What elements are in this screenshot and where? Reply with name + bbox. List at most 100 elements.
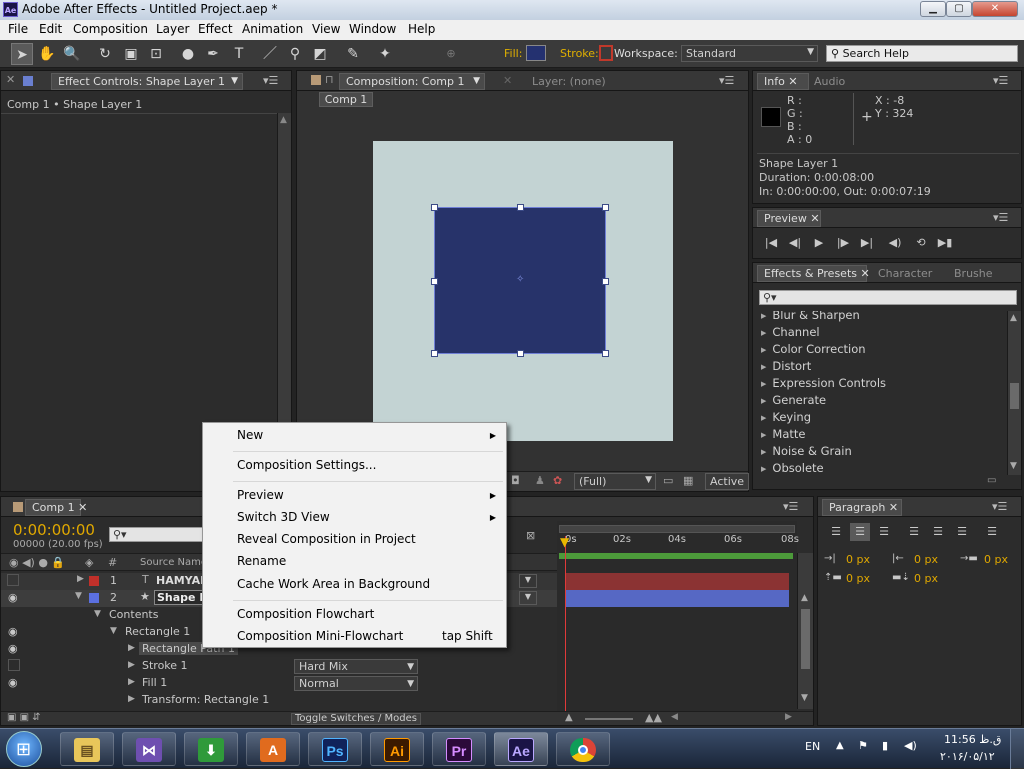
timeline-search-input[interactable]: ⚲▾	[109, 527, 205, 542]
tab-effect-controls[interactable]: Effect Controls: Shape Layer 1 ▼	[51, 73, 243, 90]
close-icon[interactable]: ✕	[810, 212, 819, 225]
next-frame-icon[interactable]: |▶	[833, 234, 853, 252]
expand-arrow-icon[interactable]: ▶	[128, 694, 135, 704]
zoom-out-icon[interactable]: ▲	[565, 712, 573, 723]
stroke-item[interactable]: Stroke 1	[142, 659, 188, 672]
timeline-graph-area[interactable]: 0s 02s 04s 06s 08s ▼	[557, 521, 799, 721]
close-button[interactable]: ✕	[972, 1, 1018, 17]
panel-menu-icon[interactable]: ▾☰	[993, 211, 1008, 224]
taskbar-app-active[interactable]: Ae	[494, 732, 548, 766]
clone-stamp-tool-icon[interactable]: ⚲	[284, 43, 306, 65]
layer-label-color[interactable]	[89, 576, 99, 586]
volume-icon[interactable]: ◀)	[904, 739, 917, 752]
effects-category[interactable]: Obsolete	[761, 461, 823, 475]
scroll-up-icon[interactable]: ▲	[280, 115, 287, 125]
panel-menu-icon[interactable]: ▾☰	[719, 74, 734, 87]
panel-menu-icon[interactable]: ▾☰	[783, 500, 798, 513]
transparency-grid-icon[interactable]: ▦	[683, 474, 693, 487]
camera-tool-icon[interactable]: ▣	[120, 43, 142, 65]
align-right-icon[interactable]: ☰	[874, 523, 894, 541]
visibility-toggle[interactable]	[8, 659, 20, 671]
toggle-switches-modes-button[interactable]: Toggle Switches / Modes	[291, 713, 421, 725]
effects-category[interactable]: Generate	[761, 393, 826, 407]
type-tool-icon[interactable]: T	[228, 43, 250, 65]
current-timecode[interactable]: 0:00:00:00	[13, 521, 95, 539]
footer-toggle-icons[interactable]: ▣ ▣ ⇵	[7, 712, 41, 723]
scrollbar[interactable]: ▲ ▼	[797, 553, 813, 709]
tab-preview[interactable]: Preview ✕	[757, 210, 821, 227]
last-frame-icon[interactable]: ▶|	[857, 234, 877, 252]
rotation-tool-icon[interactable]: ↻	[94, 43, 116, 65]
scrollbar[interactable]: ▲ ▼	[1007, 311, 1021, 475]
puppet-tool-icon[interactable]: ✦	[374, 43, 396, 65]
effects-category[interactable]: Matte	[761, 427, 805, 441]
align-left-icon[interactable]: ☰	[826, 523, 846, 541]
menu-animation[interactable]: Animation	[242, 22, 303, 36]
show-desktop-button[interactable]	[1010, 729, 1024, 769]
fill-swatch[interactable]	[526, 45, 546, 61]
menu-edit[interactable]: Edit	[39, 22, 62, 36]
loop-icon[interactable]: ⟲	[911, 234, 931, 252]
menu-item-mini-flowchart[interactable]: Composition Mini-Flowchart	[237, 629, 403, 643]
tab-paragraph[interactable]: Paragraph ✕	[822, 499, 902, 516]
current-time-indicator[interactable]	[565, 536, 566, 716]
zoom-slider[interactable]	[585, 718, 633, 720]
taskbar-app[interactable]: ⬇	[184, 732, 238, 766]
chevron-down-icon[interactable]: ▼	[519, 574, 537, 588]
align-center-icon[interactable]: ☰	[850, 523, 870, 541]
panel-menu-icon[interactable]: ▾☰	[263, 74, 278, 87]
close-icon[interactable]: ✕	[78, 501, 87, 514]
zoom-in-icon[interactable]: ▲▲	[645, 711, 662, 724]
action-center-flag-icon[interactable]: ⚑	[858, 739, 868, 752]
language-indicator[interactable]: EN	[805, 740, 820, 753]
maximize-button[interactable]: ▢	[946, 1, 972, 17]
search-help-field[interactable]: ⚲ Search Help	[826, 45, 1018, 62]
collapse-arrow-icon[interactable]: ▼	[75, 591, 82, 601]
taskbar-app[interactable]: ▤	[60, 732, 114, 766]
close-icon[interactable]: ✕	[861, 267, 870, 280]
transform-handle[interactable]	[602, 204, 609, 211]
tab-composition[interactable]: Composition: Comp 1 ▼	[339, 73, 485, 90]
menu-file[interactable]: File	[8, 22, 28, 36]
active-camera-dropdown[interactable]: Active C	[705, 473, 749, 490]
fill-blend-mode-dropdown[interactable]: Normal ▼	[294, 676, 418, 691]
ram-preview-icon[interactable]: ▶▮	[935, 234, 955, 252]
menu-item-rename[interactable]: Rename	[237, 554, 286, 568]
play-icon[interactable]: ▶	[809, 234, 829, 252]
expand-arrow-icon[interactable]: ▶	[128, 643, 135, 653]
scroll-up-icon[interactable]: ▲	[801, 593, 808, 603]
brush-tool-icon[interactable]: ／	[259, 43, 281, 65]
snapshot-icon[interactable]: ◘	[511, 474, 520, 487]
region-of-interest-icon[interactable]: ▭	[663, 474, 673, 487]
layer-duration-bar[interactable]	[565, 573, 789, 590]
menu-item-preview[interactable]: Preview	[237, 488, 284, 502]
menu-composition[interactable]: Composition	[73, 22, 148, 36]
tab-character[interactable]: Character	[871, 265, 939, 282]
anchor-point-icon[interactable]: ✧	[516, 274, 524, 285]
first-frame-icon[interactable]: |◀	[761, 234, 781, 252]
tab-timeline-comp[interactable]: Comp 1 ✕	[25, 499, 87, 516]
taskbar-app[interactable]	[556, 732, 610, 766]
eraser-tool-icon[interactable]: ◩	[309, 43, 331, 65]
tab-brushes[interactable]: Brushe	[947, 265, 1000, 282]
expand-arrow-icon[interactable]: ▶	[128, 660, 135, 670]
fill-item[interactable]: Fill 1	[142, 676, 167, 689]
menu-item-composition-flowchart[interactable]: Composition Flowchart	[237, 607, 374, 621]
scroll-left-icon[interactable]: ◀	[671, 712, 678, 722]
transform-item[interactable]: Transform: Rectangle 1	[142, 693, 269, 706]
comp-navigator-button[interactable]: Comp 1	[319, 92, 373, 107]
previous-frame-icon[interactable]: ◀|	[785, 234, 805, 252]
effects-search-input[interactable]: ⚲▾	[759, 290, 1017, 305]
audio-icon[interactable]: ◀)	[885, 234, 905, 252]
menu-layer[interactable]: Layer	[156, 22, 189, 36]
transform-handle[interactable]	[431, 278, 438, 285]
taskbar-app[interactable]: Ai	[370, 732, 424, 766]
menu-item-new[interactable]: New	[237, 428, 263, 442]
tab-effects-presets[interactable]: Effects & Presets ✕	[757, 265, 870, 282]
menu-help[interactable]: Help	[408, 22, 435, 36]
menu-item-switch-3d-view[interactable]: Switch 3D View	[237, 510, 330, 524]
transform-handle[interactable]	[431, 350, 438, 357]
rectangle-group[interactable]: Rectangle 1	[125, 625, 190, 638]
pan-behind-tool-icon[interactable]: ⊡	[145, 43, 167, 65]
minimize-button[interactable]: ▁	[920, 1, 946, 17]
